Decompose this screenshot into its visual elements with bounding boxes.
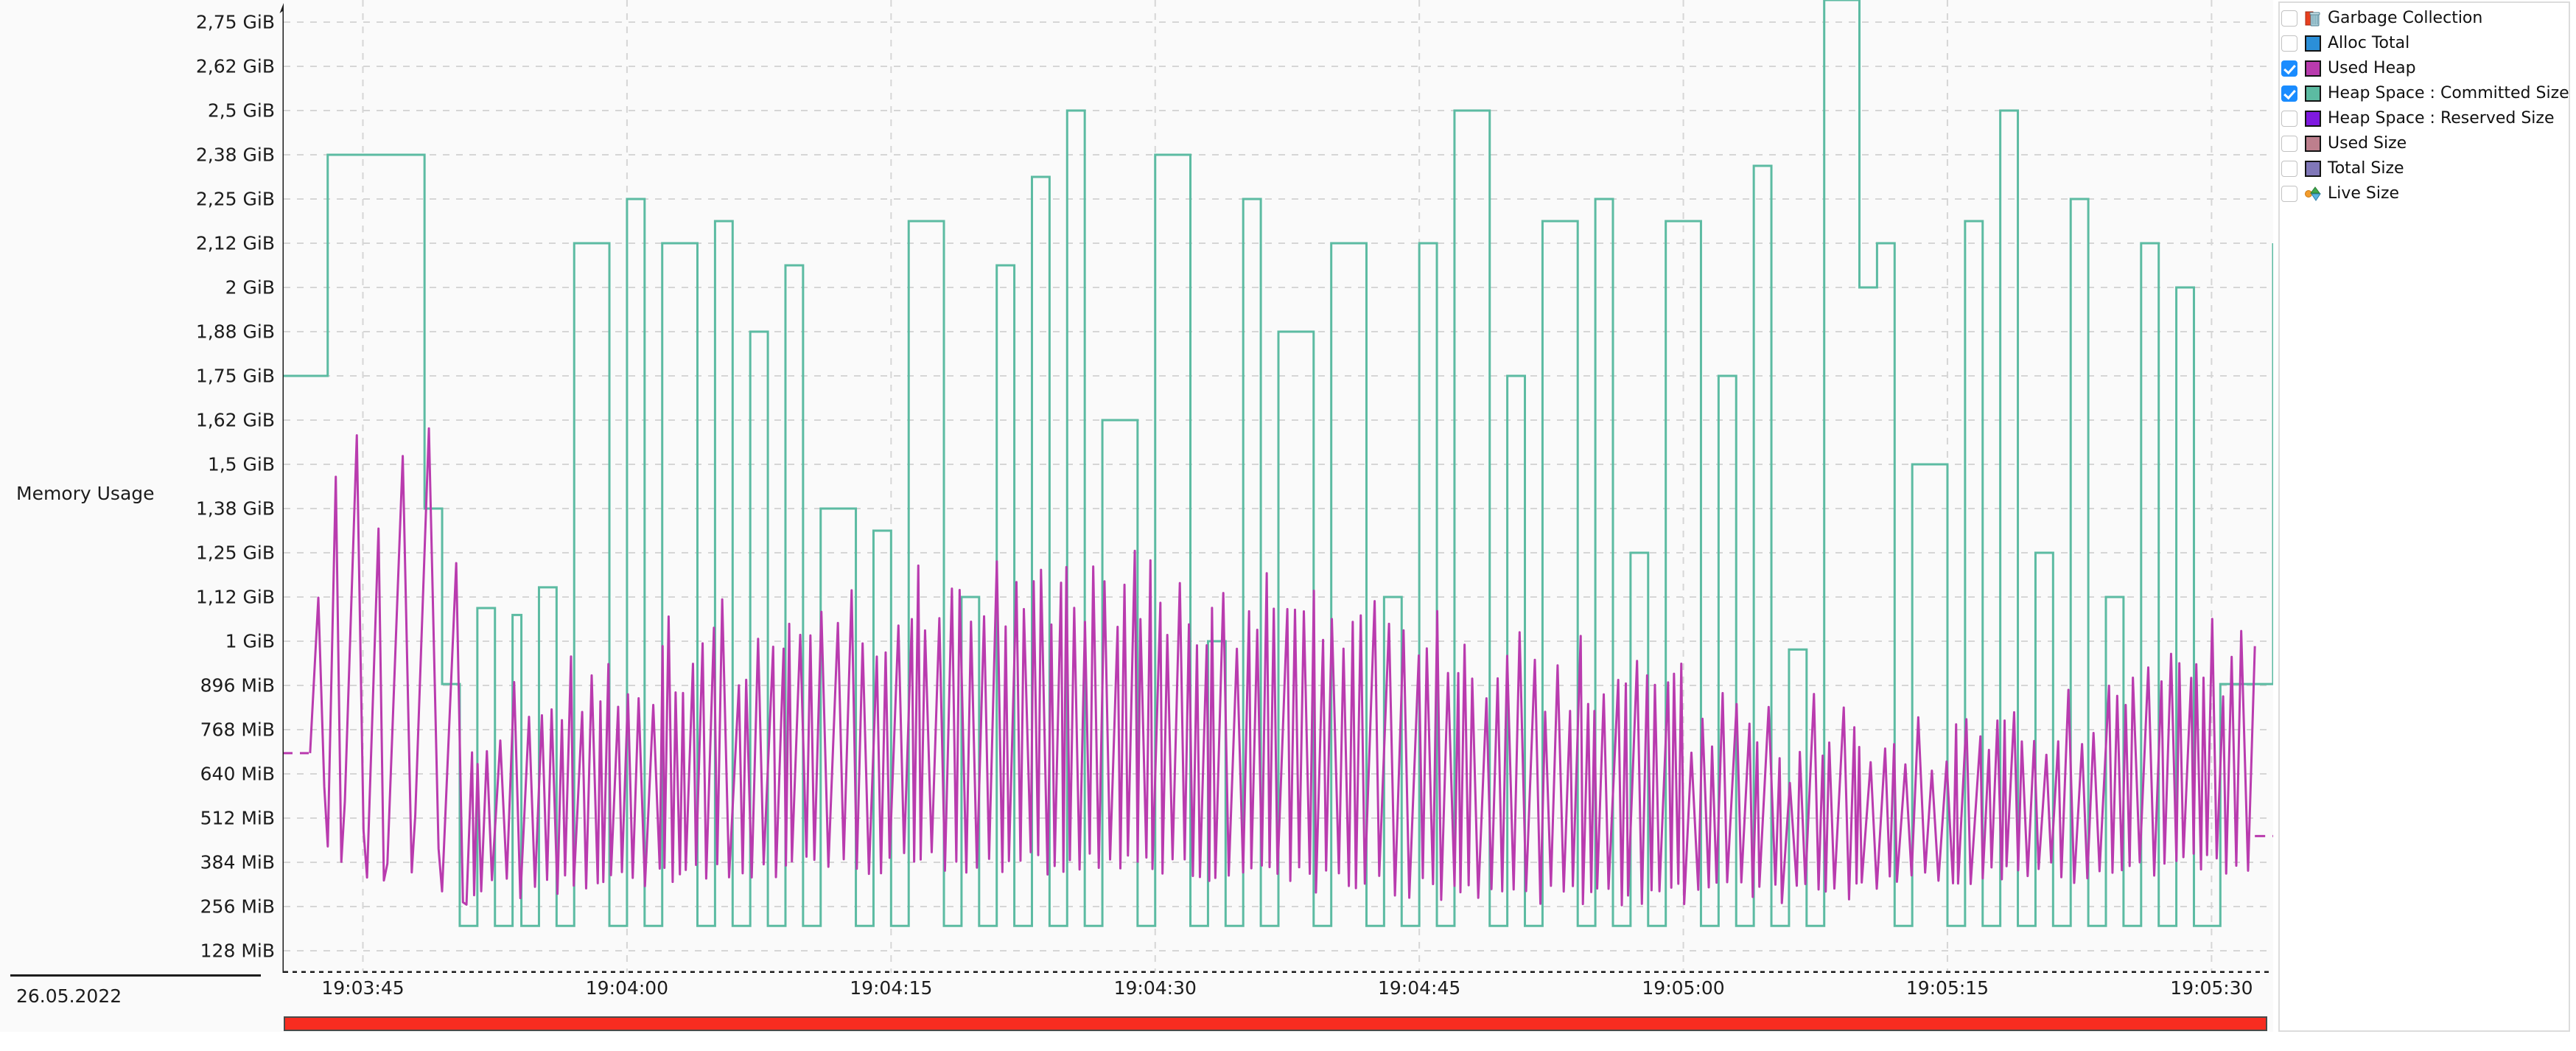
legend-item[interactable]: Heap Space : Committed Size	[2280, 81, 2569, 106]
legend-item-label: Garbage Collection	[2328, 10, 2482, 27]
trash-can-icon	[2305, 10, 2321, 27]
y-axis-tick-label: 512 MiB	[33, 808, 284, 829]
x-axis-tick-label: 19:05:30	[2170, 977, 2253, 999]
live-size-icon	[2305, 186, 2321, 202]
gutter-divider	[10, 974, 261, 977]
legend-item[interactable]: Garbage Collection	[2280, 6, 2569, 31]
legend-item[interactable]: Heap Space : Reserved Size	[2280, 106, 2569, 131]
y-axis-tick-label: 2,62 GiB	[33, 56, 284, 77]
x-axis-tick-label: 19:04:45	[1378, 977, 1460, 999]
y-axis-tick-label: 640 MiB	[33, 764, 284, 785]
y-axis-tick-label: 1,25 GiB	[33, 542, 284, 564]
legend-item-label: Total Size	[2328, 161, 2404, 177]
legend-item[interactable]: Used Size	[2280, 131, 2569, 156]
color-swatch-icon	[2305, 161, 2321, 177]
color-swatch-icon	[2305, 35, 2321, 52]
y-axis-tick-label: 128 MiB	[33, 940, 284, 962]
chart-panel: Memory Usage 26.05.2022 2,75 GiB2,62 GiB…	[0, 0, 2273, 1032]
y-axis-tick-label: 1,75 GiB	[33, 366, 284, 387]
y-axis-tick-label: 2,5 GiB	[33, 100, 284, 122]
legend-item-label: Alloc Total	[2328, 35, 2409, 52]
plot-svg	[284, 0, 2273, 973]
legend-item-label: Used Size	[2328, 136, 2407, 152]
legend-item[interactable]: Alloc Total	[2280, 31, 2569, 56]
y-axis-tick-label: 768 MiB	[33, 719, 284, 741]
legend-checkbox[interactable]	[2281, 10, 2297, 27]
y-axis-tick-label: 2,75 GiB	[33, 12, 284, 33]
x-axis-tick-labels: 19:03:45 19:04:00 19:04:15 19:04:30 19:04:45…	[284, 977, 2273, 1007]
y-axis-tick-label: 1,12 GiB	[33, 587, 284, 608]
y-axis-tick-label: 1 GiB	[33, 631, 284, 652]
y-axis-tick-label: 384 MiB	[33, 852, 284, 873]
memory-usage-telemetry-view: Memory Usage 26.05.2022 2,75 GiB2,62 GiB…	[0, 0, 2576, 1051]
legend-item[interactable]: Total Size	[2280, 156, 2569, 181]
legend-item-label: Used Heap	[2328, 60, 2416, 77]
legend-checkbox[interactable]	[2281, 161, 2297, 177]
y-axis-tick-label: 1,62 GiB	[33, 410, 284, 431]
color-swatch-icon	[2305, 111, 2321, 127]
legend-item-label: Heap Space : Committed Size	[2328, 85, 2569, 102]
y-axis-tick-label: 896 MiB	[33, 675, 284, 696]
x-axis-tick-label: 19:05:15	[1906, 977, 1989, 999]
legend-checkbox[interactable]	[2281, 186, 2297, 202]
color-swatch-icon	[2305, 85, 2321, 102]
y-axis-tick-label: 256 MiB	[33, 896, 284, 918]
color-swatch-icon	[2305, 136, 2321, 152]
color-swatch-icon	[2305, 60, 2321, 77]
y-axis-tick-label: 1,88 GiB	[33, 321, 284, 343]
plot-area[interactable]	[284, 0, 2273, 973]
x-axis-date-label: 26.05.2022	[16, 985, 122, 1007]
x-axis-tick-label: 19:03:45	[321, 977, 404, 999]
x-axis-tick-label: 19:04:30	[1114, 977, 1197, 999]
legend-panel: Garbage Collection Alloc Total Used Heap He…	[2278, 1, 2570, 1032]
legend-checkbox[interactable]	[2281, 85, 2297, 102]
legend-item-label: Heap Space : Reserved Size	[2328, 111, 2555, 127]
y-axis-tick-label: 2,25 GiB	[33, 189, 284, 210]
x-axis-tick-label: 19:04:00	[586, 977, 668, 999]
y-axis-tick-label: 2,12 GiB	[33, 233, 284, 254]
timeline-range-bar[interactable]	[284, 1016, 2267, 1031]
legend-checkbox[interactable]	[2281, 35, 2297, 52]
x-axis-tick-label: 19:04:15	[850, 977, 932, 999]
y-axis-tick-labels: 2,75 GiB 2,62 GiB 2,5 GiB 2,38 GiB 2,25 GiB 2…	[0, 0, 284, 973]
legend-item-label: Live Size	[2328, 186, 2399, 202]
y-axis-tick-label: 1,38 GiB	[33, 498, 284, 520]
series-heap-committed-size	[284, 0, 2273, 926]
legend-checkbox[interactable]	[2281, 136, 2297, 152]
legend-item[interactable]: Live Size	[2280, 181, 2569, 206]
series-used-heap	[310, 428, 2255, 905]
y-axis-tick-label: 2 GiB	[33, 277, 284, 298]
y-axis-tick-label: 1,5 GiB	[33, 454, 284, 475]
legend-checkbox[interactable]	[2281, 111, 2297, 127]
y-axis-tick-label: 2,38 GiB	[33, 144, 284, 166]
legend-item[interactable]: Used Heap	[2280, 56, 2569, 81]
legend-checkbox[interactable]	[2281, 60, 2297, 77]
x-axis-tick-label: 19:05:00	[1642, 977, 1724, 999]
